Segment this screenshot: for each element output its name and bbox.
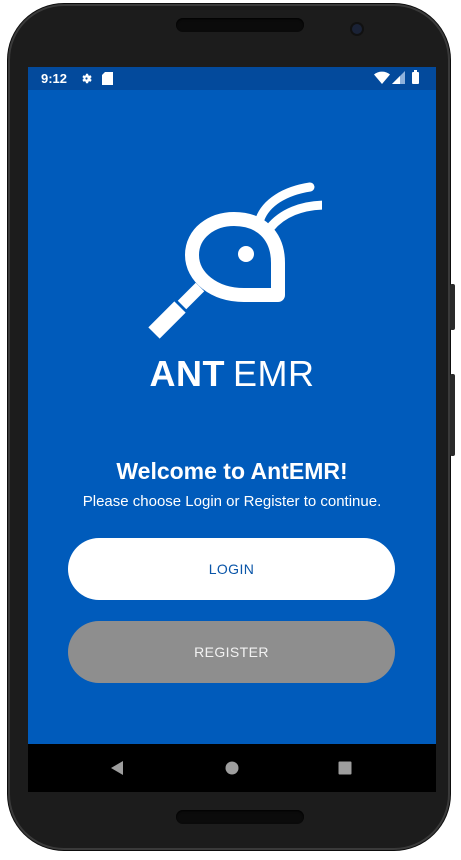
sd-card-icon [102,72,113,88]
welcome-title: Welcome to AntEMR! [116,458,348,484]
settings-gear-icon [80,72,93,88]
volume-button [450,374,455,456]
brand-name: ANT EMR [28,353,436,395]
ant-magnifier-logo-icon [142,173,331,343]
brand-name-bold: ANT [149,353,225,394]
navigation-bar [28,744,436,792]
recents-icon[interactable] [335,758,355,778]
app-screen: 9:12 ANT EMR Welcome to AntEMR! Please c… [28,67,436,744]
back-icon[interactable] [108,758,128,778]
home-icon[interactable] [222,758,242,778]
top-speaker [176,18,304,32]
register-button[interactable]: REGISTER [68,621,395,683]
cell-signal-icon [392,71,405,87]
brand-name-light: EMR [233,353,315,394]
power-button [450,284,455,330]
battery-icon [412,70,419,87]
wifi-icon [374,71,390,87]
front-camera [352,24,362,34]
status-time: 9:12 [41,71,68,86]
bottom-speaker [176,810,304,824]
login-button[interactable]: LOGIN [68,538,395,600]
welcome-subtitle: Please choose Login or Register to conti… [82,493,382,510]
status-bar: 9:12 [28,67,436,90]
